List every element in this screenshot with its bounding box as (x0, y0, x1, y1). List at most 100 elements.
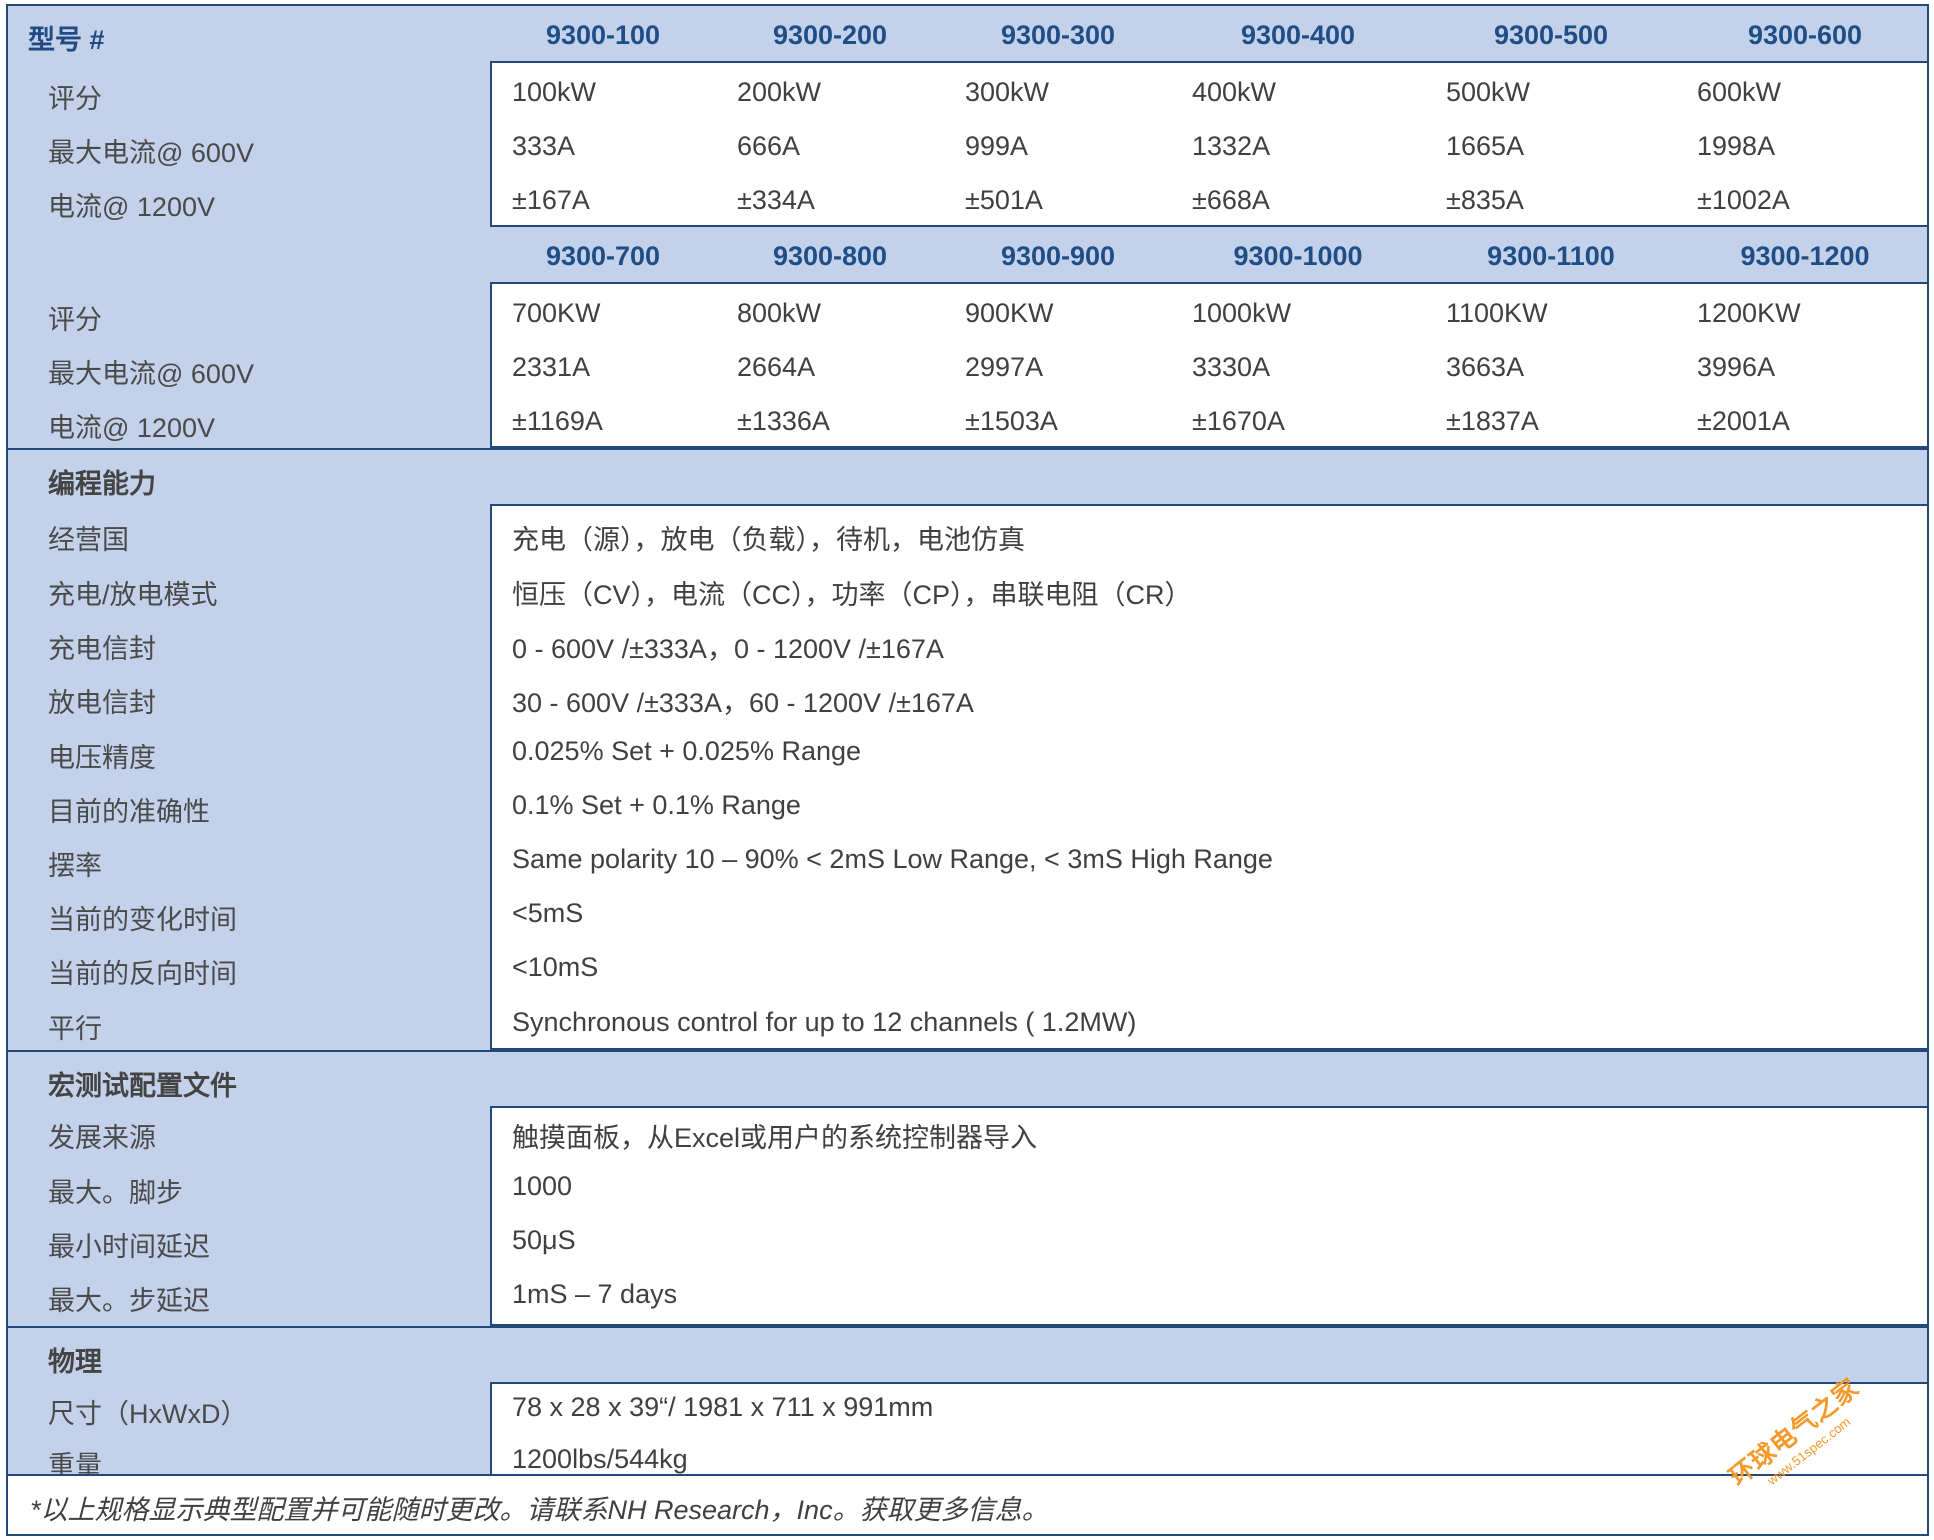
row-value: 0.1% Set + 0.1% Range (512, 790, 801, 820)
rating-value: 1332A (1192, 131, 1271, 161)
macro-block: 发展来源 触摸面板，从Excel或用户的系统控制器导入 最大。脚步 1000 最… (8, 1106, 1927, 1326)
rating-value: 3330A (1192, 352, 1271, 382)
row-label: 电压精度 (48, 743, 156, 773)
row-value: 恒压（CV），电流（CC），功率（CP），串联电阻（CR） (512, 580, 1192, 610)
row-label: 充电信封 (48, 634, 156, 664)
model-name: 9300-1100 (1487, 241, 1615, 271)
row-label: 电流@ 1200V (48, 192, 215, 222)
row-value: 充电（源），放电（负载），待机，电池仿真 (512, 525, 1025, 555)
rating-value: 100kW (512, 77, 597, 107)
rating-value: 400kW (1192, 77, 1277, 107)
row-label: 最大。步延迟 (48, 1286, 210, 1316)
rating-value: 2664A (737, 352, 816, 382)
rating-value: 200kW (737, 77, 822, 107)
row-label: 评分 (48, 305, 102, 335)
rating-value: 3996A (1697, 352, 1776, 382)
row-label: 最大。脚步 (48, 1178, 183, 1208)
model-name: 9300-700 (545, 241, 661, 271)
rating-value: 666A (737, 131, 801, 161)
rating-value: ±167A (512, 185, 590, 215)
model-header-row-a: 型号 # 9300-100 9300-200 9300-300 9300-400… (8, 6, 1927, 60)
section-title: 宏测试配置文件 (48, 1071, 237, 1101)
row-value: 1000 (512, 1171, 573, 1201)
rating-value: ±835A (1446, 185, 1524, 215)
rating-value: ±1837A (1446, 406, 1539, 436)
rating-value: 600kW (1697, 77, 1782, 107)
model-name: 9300-600 (1747, 20, 1863, 50)
spec-table: 型号 # 9300-100 9300-200 9300-300 9300-400… (6, 4, 1929, 1536)
row-label: 摆率 (48, 851, 102, 881)
row-label: 经营国 (48, 525, 129, 555)
section-header-macro: 宏测试配置文件 (8, 1052, 1927, 1106)
row-value: <5mS (512, 898, 584, 928)
rating-value: ±1169A (512, 406, 603, 436)
row-value: 0.025% Set + 0.025% Range (512, 736, 862, 766)
row-label: 电流@ 1200V (48, 413, 215, 443)
rating-value: 999A (965, 131, 1029, 161)
rating-value: ±501A (965, 185, 1043, 215)
rating-value: ±668A (1192, 185, 1270, 215)
model-name: 9300-100 (545, 20, 661, 50)
row-label: 最大电流@ 600V (48, 138, 254, 168)
row-value: 78 x 28 x 39“/ 1981 x 711 x 991mm (512, 1392, 934, 1422)
row-label: 平行 (48, 1014, 102, 1044)
model-name: 9300-1200 (1740, 241, 1870, 271)
model-name: 9300-400 (1240, 20, 1356, 50)
rating-value: ±1336A (737, 406, 830, 436)
rating-value: 1998A (1697, 131, 1776, 161)
row-label: 放电信封 (48, 688, 156, 718)
section-header-physical: 物理 (8, 1328, 1927, 1382)
footnote-text: *以上规格显示典型配置并可能随时更改。请联系NH Research，Inc。获取… (30, 1495, 1049, 1525)
row-value: 1mS – 7 days (512, 1279, 678, 1309)
rating-value: 1000kW (1192, 298, 1292, 328)
footnote: *以上规格显示典型配置并可能随时更改。请联系NH Research，Inc。获取… (8, 1474, 1927, 1534)
ratings-block-a: 评分 100kW 200kW 300kW 400kW 500kW 600kW 最… (8, 61, 1927, 227)
row-value: <10mS (512, 952, 599, 982)
rating-value: ±1670A (1192, 406, 1285, 436)
row-value: 1200lbs/544kg (512, 1444, 688, 1474)
rating-value: ±2001A (1697, 406, 1790, 436)
row-label: 发展来源 (48, 1123, 156, 1153)
row-value: 0 - 600V /±333A，0 - 1200V /±167A (512, 634, 944, 664)
rating-value: 3663A (1446, 352, 1525, 382)
physical-block: 尺寸（HxWxD） 78 x 28 x 39“/ 1981 x 711 x 99… (8, 1382, 1927, 1481)
rating-value: ±1503A (965, 406, 1058, 436)
model-label: 型号 # (28, 25, 105, 55)
rating-value: 900KW (965, 298, 1054, 328)
row-value: 50μS (512, 1225, 576, 1255)
model-name: 9300-800 (772, 241, 888, 271)
model-name: 9300-200 (772, 20, 888, 50)
row-value: 30 - 600V /±333A，60 - 1200V /±167A (512, 688, 974, 718)
row-label: 目前的准确性 (48, 797, 210, 827)
rating-value: 2997A (965, 352, 1044, 382)
rating-value: 500kW (1446, 77, 1531, 107)
row-label: 评分 (48, 84, 102, 114)
model-name: 9300-300 (1000, 20, 1116, 50)
rating-value: 700KW (512, 298, 601, 328)
rating-value: 300kW (965, 77, 1050, 107)
row-label: 最小时间延迟 (48, 1232, 210, 1262)
programming-block: 经营国 充电（源），放电（负载），待机，电池仿真 充电/放电模式 恒压（CV），… (8, 504, 1927, 1050)
model-name: 9300-500 (1493, 20, 1609, 50)
rating-value: ±334A (737, 185, 815, 215)
row-value: Synchronous control for up to 12 channel… (512, 1007, 1137, 1037)
row-label: 尺寸（HxWxD） (48, 1399, 248, 1429)
row-label: 当前的变化时间 (48, 905, 237, 935)
ratings-block-b: 评分 700KW 800kW 900KW 1000kW 1100KW 1200K… (8, 282, 1927, 448)
rating-value: 800kW (737, 298, 822, 328)
row-value: 触摸面板，从Excel或用户的系统控制器导入 (512, 1123, 1038, 1153)
rating-value: 1200KW (1697, 298, 1801, 328)
row-label: 最大电流@ 600V (48, 359, 254, 389)
row-value: Same polarity 10 – 90% < 2mS Low Range, … (512, 844, 1273, 874)
row-label: 当前的反向时间 (48, 959, 237, 989)
model-name: 9300-900 (1000, 241, 1116, 271)
row-label: 充电/放电模式 (48, 580, 218, 610)
model-name: 9300-1000 (1233, 241, 1363, 271)
section-title: 物理 (48, 1347, 102, 1377)
rating-value: 1665A (1446, 131, 1525, 161)
rating-value: 1100KW (1446, 298, 1548, 328)
rating-value: 2331A (512, 352, 591, 382)
section-title: 编程能力 (48, 469, 156, 499)
rating-value: 333A (512, 131, 576, 161)
model-header-row-b: 9300-700 9300-800 9300-900 9300-1000 930… (8, 227, 1927, 281)
